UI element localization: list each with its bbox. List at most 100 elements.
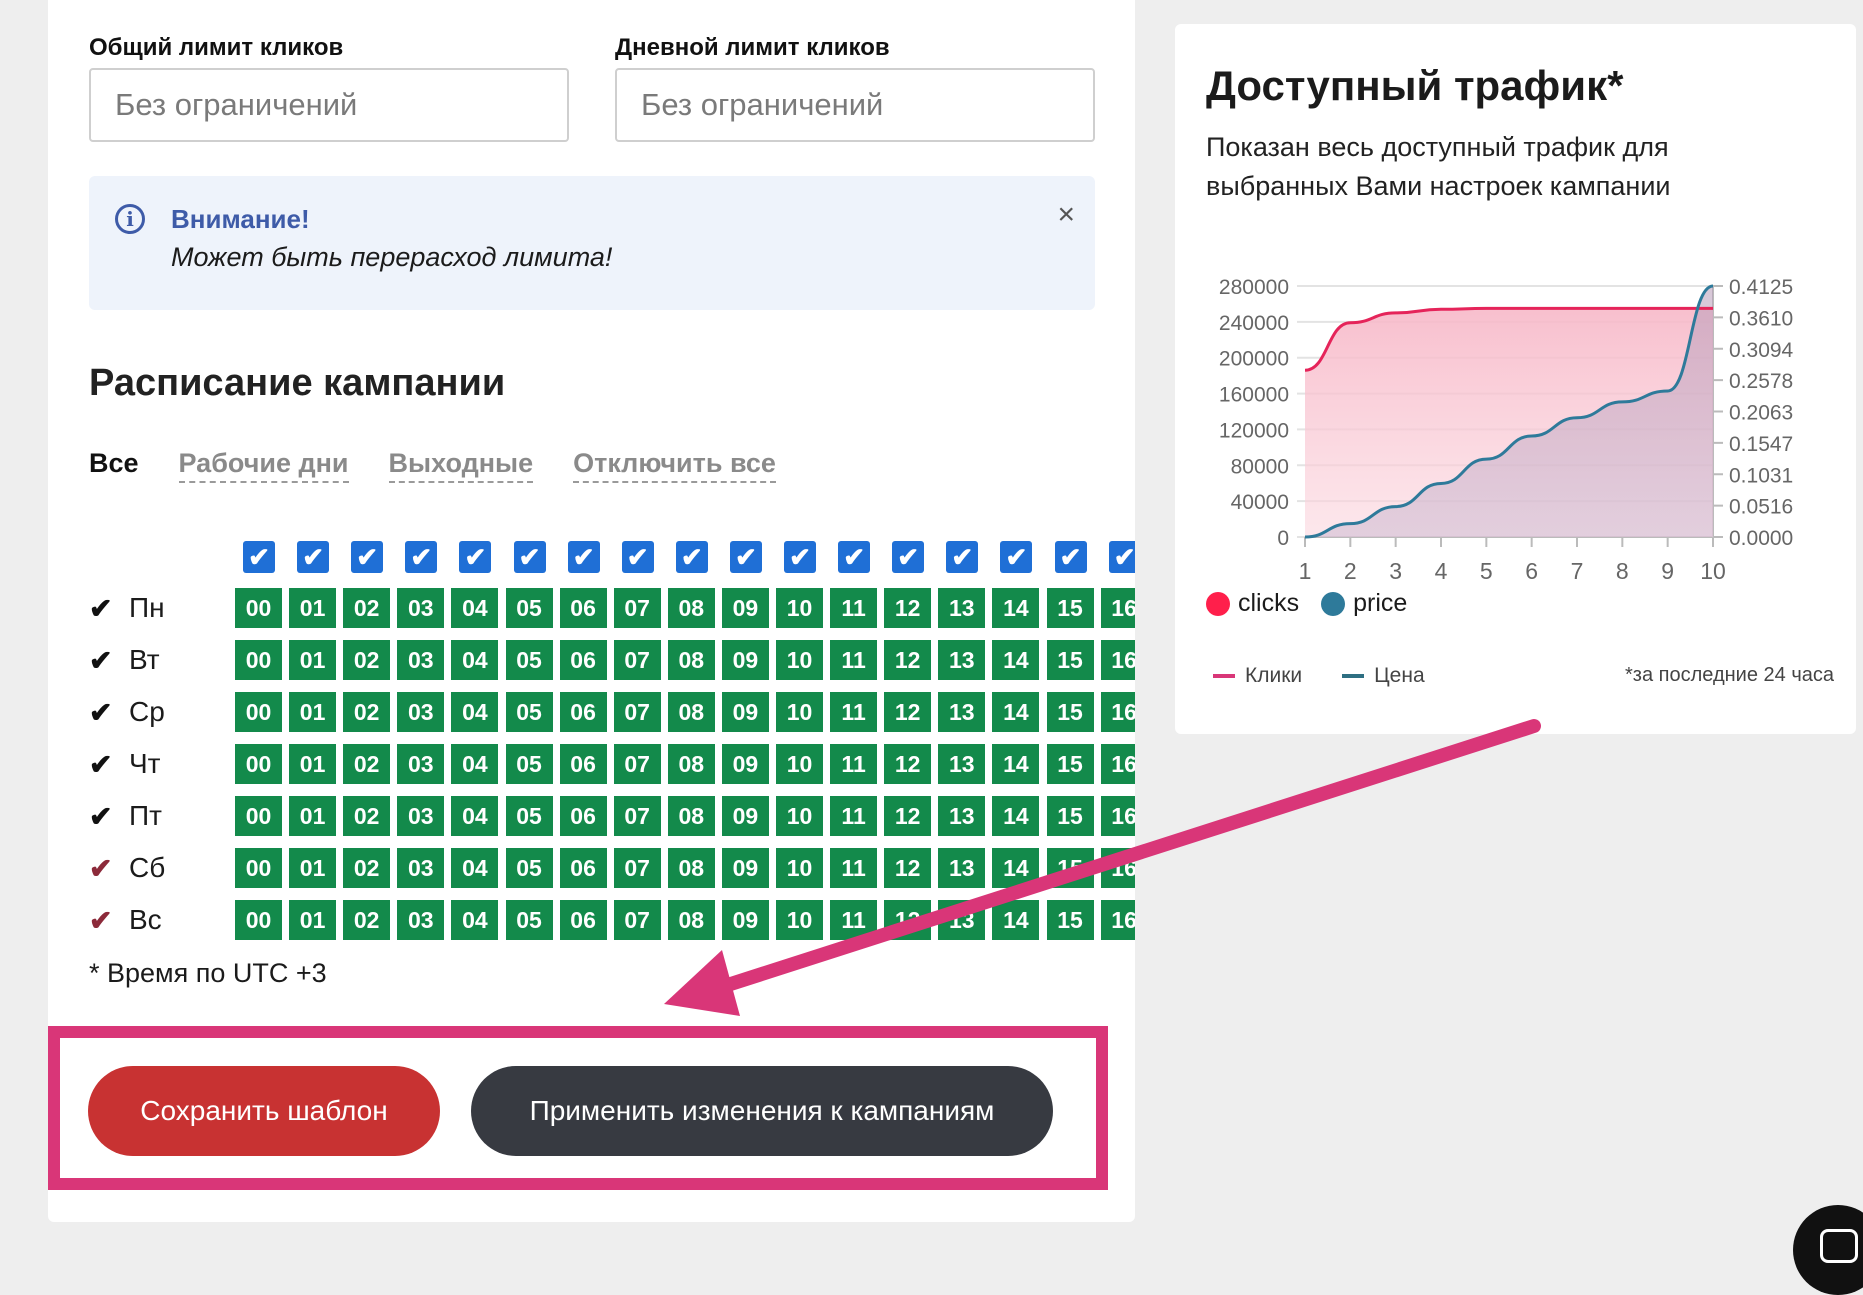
hour-cell[interactable]: 02 [343,588,390,628]
hour-cell[interactable]: 09 [722,588,769,628]
hour-cell[interactable]: 10 [776,744,823,784]
hour-cell[interactable]: 10 [776,640,823,680]
hour-cell[interactable]: 02 [343,640,390,680]
hour-cell[interactable]: 13 [938,796,985,836]
hour-cell[interactable]: 12 [884,588,931,628]
hour-cell[interactable]: 08 [668,796,715,836]
hour-cell[interactable]: 02 [343,796,390,836]
hour-cell[interactable]: 16 [1101,588,1135,628]
hour-cell[interactable]: 04 [451,848,498,888]
hour-cell[interactable]: 03 [397,744,444,784]
hour-cell[interactable]: 08 [668,744,715,784]
hour-cell[interactable]: 09 [722,640,769,680]
hour-cell[interactable]: 08 [668,692,715,732]
chat-widget-button[interactable] [1793,1205,1863,1295]
hour-cell[interactable]: 16 [1101,848,1135,888]
hour-cell[interactable]: 04 [451,588,498,628]
hour-checkbox-11[interactable]: ✔ [838,541,870,573]
hour-checkbox-01[interactable]: ✔ [297,541,329,573]
hour-checkbox-00[interactable]: ✔ [243,541,275,573]
hour-cell[interactable]: 15 [1047,900,1094,940]
hour-cell[interactable]: 11 [830,900,877,940]
hour-cell[interactable]: 14 [992,692,1039,732]
hour-cell[interactable]: 09 [722,744,769,784]
hour-cell[interactable]: 14 [992,640,1039,680]
hour-cell[interactable]: 08 [668,848,715,888]
hour-cell[interactable]: 13 [938,640,985,680]
hour-cell[interactable]: 00 [235,744,282,784]
day-check-icon[interactable]: ✔ [89,592,112,625]
hour-cell[interactable]: 07 [614,900,661,940]
hour-cell[interactable]: 04 [451,744,498,784]
hour-checkbox-07[interactable]: ✔ [622,541,654,573]
hour-cell[interactable]: 11 [830,588,877,628]
hour-checkbox-15[interactable]: ✔ [1055,541,1087,573]
hour-cell[interactable]: 01 [289,744,336,784]
hour-cell[interactable]: 05 [506,692,553,732]
hour-cell[interactable]: 03 [397,796,444,836]
apply-to-campaigns-button[interactable]: Применить изменения к кампаниям [471,1066,1053,1156]
hour-cell[interactable]: 07 [614,640,661,680]
hour-cell[interactable]: 00 [235,900,282,940]
hour-cell[interactable]: 15 [1047,588,1094,628]
hour-checkbox-09[interactable]: ✔ [730,541,762,573]
hour-cell[interactable]: 13 [938,744,985,784]
hour-cell[interactable]: 11 [830,796,877,836]
hour-cell[interactable]: 01 [289,796,336,836]
hour-cell[interactable]: 09 [722,900,769,940]
hour-cell[interactable]: 07 [614,796,661,836]
day-check-icon[interactable]: ✔ [89,748,112,781]
hour-cell[interactable]: 13 [938,588,985,628]
hour-cell[interactable]: 08 [668,900,715,940]
hour-cell[interactable]: 12 [884,900,931,940]
hour-cell[interactable]: 12 [884,692,931,732]
hour-cell[interactable]: 00 [235,640,282,680]
hour-cell[interactable]: 14 [992,848,1039,888]
hour-checkbox-02[interactable]: ✔ [351,541,383,573]
hour-cell[interactable]: 14 [992,796,1039,836]
hour-cell[interactable]: 11 [830,640,877,680]
hour-cell[interactable]: 11 [830,744,877,784]
hour-cell[interactable]: 13 [938,848,985,888]
filter-weekends[interactable]: Выходные [389,448,534,483]
hour-cell[interactable]: 15 [1047,640,1094,680]
hour-cell[interactable]: 10 [776,900,823,940]
hour-cell[interactable]: 04 [451,900,498,940]
hour-cell[interactable]: 08 [668,588,715,628]
hour-cell[interactable]: 04 [451,692,498,732]
hour-cell[interactable]: 01 [289,848,336,888]
hour-cell[interactable]: 05 [506,744,553,784]
hour-cell[interactable]: 16 [1101,692,1135,732]
hour-cell[interactable]: 05 [506,640,553,680]
hour-cell[interactable]: 02 [343,900,390,940]
hour-cell[interactable]: 10 [776,848,823,888]
hour-cell[interactable]: 07 [614,744,661,784]
hour-cell[interactable]: 10 [776,796,823,836]
hour-checkbox-04[interactable]: ✔ [459,541,491,573]
hour-cell[interactable]: 08 [668,640,715,680]
hour-cell[interactable]: 00 [235,796,282,836]
hour-cell[interactable]: 16 [1101,900,1135,940]
hour-cell[interactable]: 16 [1101,796,1135,836]
day-check-icon[interactable]: ✔ [89,852,112,885]
hour-cell[interactable]: 00 [235,848,282,888]
hour-checkbox-10[interactable]: ✔ [784,541,816,573]
hour-cell[interactable]: 03 [397,588,444,628]
close-icon[interactable]: × [1057,198,1075,232]
hour-cell[interactable]: 12 [884,848,931,888]
total-limit-input[interactable] [89,68,569,142]
day-check-icon[interactable]: ✔ [89,800,112,833]
hour-checkbox-12[interactable]: ✔ [892,541,924,573]
hour-checkbox-08[interactable]: ✔ [676,541,708,573]
hour-checkbox-06[interactable]: ✔ [568,541,600,573]
hour-cell[interactable]: 10 [776,692,823,732]
hour-cell[interactable]: 05 [506,796,553,836]
hour-cell[interactable]: 02 [343,848,390,888]
hour-cell[interactable]: 15 [1047,848,1094,888]
hour-cell[interactable]: 03 [397,900,444,940]
hour-cell[interactable]: 02 [343,692,390,732]
hour-cell[interactable]: 06 [560,744,607,784]
hour-checkbox-14[interactable]: ✔ [1000,541,1032,573]
legend-price[interactable]: price [1321,589,1407,618]
hour-checkbox-16[interactable]: ✔ [1109,541,1135,573]
